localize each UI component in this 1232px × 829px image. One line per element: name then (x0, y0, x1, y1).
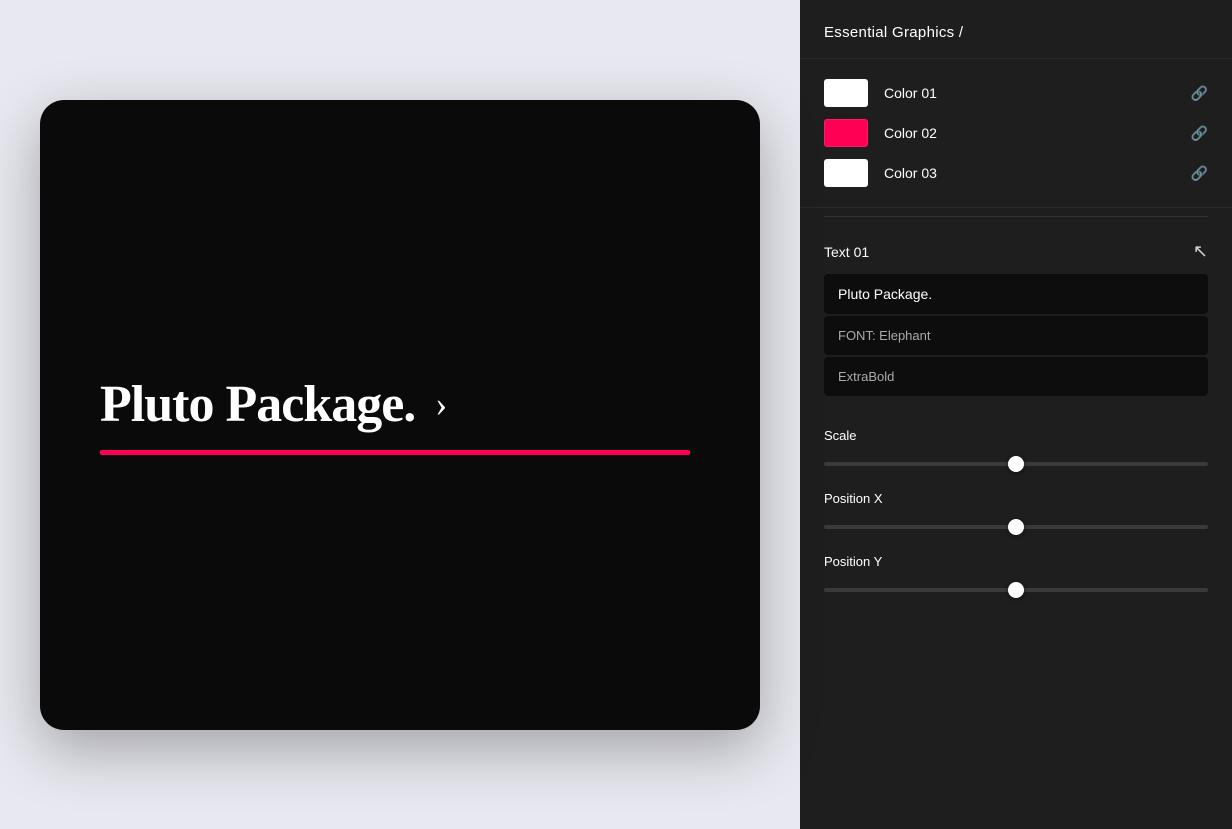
cursor-icon: ↖ (1193, 241, 1208, 262)
preview-title: Pluto Package. (100, 375, 415, 434)
link-icon-01[interactable]: 🔗 (1191, 85, 1208, 102)
font-style-field: ExtraBold (824, 357, 1208, 396)
preview-text: Pluto Package. › (100, 375, 446, 434)
text-section: Text 01 ↖ FONT: Elephant ExtraBold (800, 225, 1232, 412)
position-y-label: Position Y (824, 554, 1208, 569)
colors-section: Color 01 🔗 Color 02 🔗 Color 03 🔗 (800, 59, 1232, 208)
position-y-slider-group: Position Y (824, 554, 1208, 597)
color-row-02: Color 02 🔗 (824, 119, 1208, 147)
color-label-01: Color 01 (884, 85, 1191, 101)
color-row-03: Color 03 🔗 (824, 159, 1208, 187)
text-section-title: Text 01 (824, 244, 869, 260)
preview-arrow-icon: › (435, 383, 446, 425)
color-label-03: Color 03 (884, 165, 1191, 181)
position-x-slider-group: Position X (824, 491, 1208, 534)
color-swatch-03[interactable] (824, 159, 868, 187)
preview-area: Pluto Package. › (0, 0, 800, 829)
link-icon-03[interactable]: 🔗 (1191, 165, 1208, 182)
text-section-header: Text 01 ↖ (824, 241, 1208, 262)
right-panel: Essential Graphics / Color 01 🔗 Color 02… (800, 0, 1232, 829)
color-swatch-02[interactable] (824, 119, 868, 147)
font-name-field: FONT: Elephant (824, 316, 1208, 355)
text-value-input[interactable] (824, 274, 1208, 314)
scale-slider[interactable] (824, 462, 1208, 466)
sliders-section: Scale Position X Position Y (800, 412, 1232, 613)
position-y-slider[interactable] (824, 588, 1208, 592)
scale-label: Scale (824, 428, 1208, 443)
panel-header: Essential Graphics / (800, 0, 1232, 59)
scale-slider-group: Scale (824, 428, 1208, 471)
color-row-01: Color 01 🔗 (824, 79, 1208, 107)
divider (824, 216, 1208, 217)
link-icon-02[interactable]: 🔗 (1191, 125, 1208, 142)
color-swatch-01[interactable] (824, 79, 868, 107)
preview-card: Pluto Package. › (40, 100, 760, 730)
color-label-02: Color 02 (884, 125, 1191, 141)
panel-title: Essential Graphics / (824, 24, 963, 41)
position-x-slider[interactable] (824, 525, 1208, 529)
preview-line (100, 450, 690, 455)
position-x-label: Position X (824, 491, 1208, 506)
